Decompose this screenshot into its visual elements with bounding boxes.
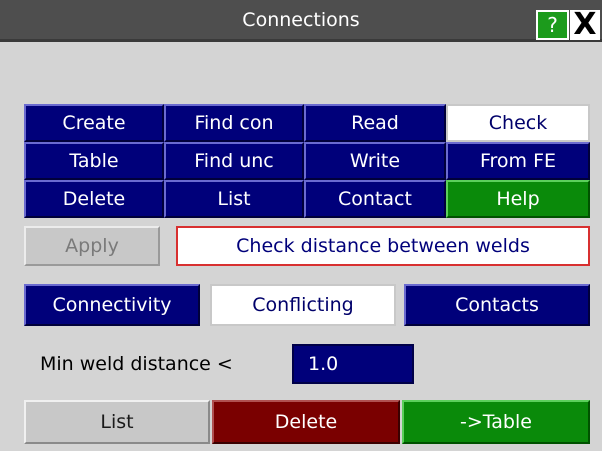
read-button[interactable]: Read xyxy=(304,104,446,142)
create-button[interactable]: Create xyxy=(24,104,164,142)
close-icon[interactable]: X xyxy=(570,10,600,40)
contact-button[interactable]: Contact xyxy=(304,180,446,218)
list-button[interactable]: List xyxy=(164,180,304,218)
find-con-button[interactable]: Find con xyxy=(164,104,304,142)
min-weld-distance-label: Min weld distance < xyxy=(40,353,233,375)
window-title: Connections xyxy=(242,9,360,31)
find-unc-button[interactable]: Find unc xyxy=(164,142,304,180)
tab-connectivity[interactable]: Connectivity xyxy=(24,284,200,326)
delete-action-button[interactable]: Delete xyxy=(212,400,400,444)
table-button[interactable]: Table xyxy=(24,142,164,180)
help-icon[interactable]: ? xyxy=(536,10,569,40)
tab-conflicting[interactable]: Conflicting xyxy=(210,284,396,326)
check-button[interactable]: Check xyxy=(446,104,590,142)
apply-button[interactable]: Apply xyxy=(24,226,160,266)
help-button[interactable]: Help xyxy=(446,180,590,218)
min-weld-distance-input[interactable]: 1.0 xyxy=(292,344,414,384)
write-button[interactable]: Write xyxy=(304,142,446,180)
status-message: Check distance between welds xyxy=(176,226,590,266)
delete-button[interactable]: Delete xyxy=(24,180,164,218)
to-table-button[interactable]: ->Table xyxy=(402,400,590,444)
from-fe-button[interactable]: From FE xyxy=(446,142,590,180)
tab-contacts[interactable]: Contacts xyxy=(404,284,590,326)
list-action-button[interactable]: List xyxy=(24,400,210,444)
